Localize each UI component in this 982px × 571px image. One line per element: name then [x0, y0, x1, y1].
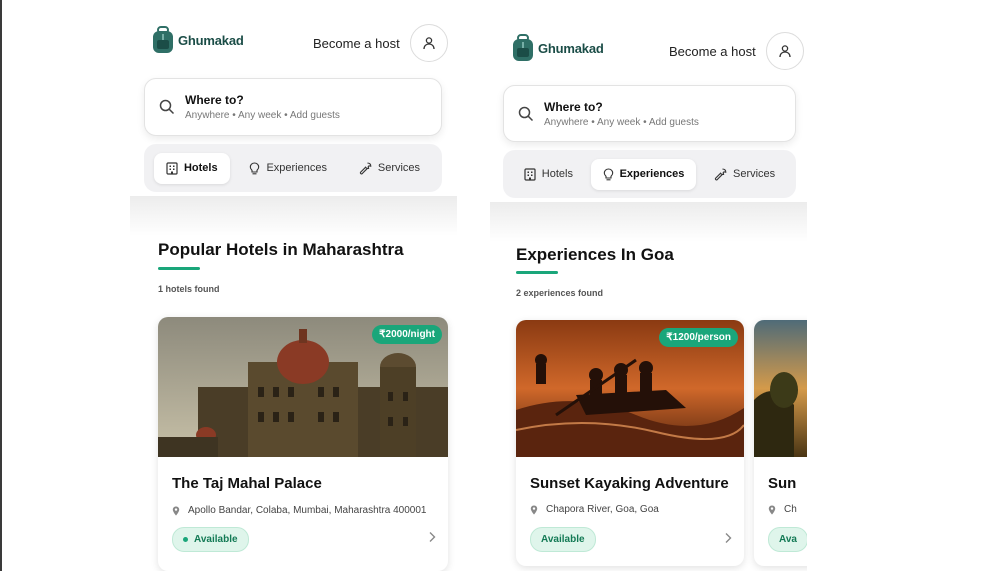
- experience-image: ₹1200/person: [516, 320, 744, 457]
- host-area: Become a host: [669, 32, 804, 70]
- search-subtitle: Anywhere • Any week • Add guests: [185, 110, 340, 121]
- backpack-icon: [513, 34, 533, 61]
- tab-services-label: Services: [377, 162, 421, 174]
- category-tabs: Hotels Experiences Services: [503, 150, 796, 198]
- availability-badge: Available: [172, 527, 249, 552]
- results-count: 1 hotels found: [158, 284, 220, 294]
- building-icon: [166, 161, 178, 175]
- category-tabs: Hotels Experiences Services: [144, 144, 442, 192]
- host-area: Become a host: [313, 24, 448, 62]
- map-pin-icon: [768, 505, 776, 514]
- tab-hotels[interactable]: Hotels: [153, 152, 230, 184]
- experience-image: [754, 320, 807, 457]
- lightbulb-icon: [250, 161, 260, 174]
- section-underline: [516, 271, 558, 274]
- hotel-location: Apollo Bandar, Colaba, Mumbai, Maharasht…: [172, 505, 426, 516]
- availability-badge: Available: [530, 527, 596, 552]
- profile-button[interactable]: [409, 24, 448, 62]
- hotel-card[interactable]: ₹2000/night The Taj Mahal Palace Apollo …: [158, 317, 448, 571]
- search-icon: [159, 99, 175, 115]
- become-host-link[interactable]: Become a host: [669, 44, 756, 59]
- availability-badge: Ava: [768, 527, 807, 552]
- tab-services[interactable]: Services: [702, 159, 787, 190]
- hotel-image: ₹2000/night: [158, 317, 448, 457]
- search-title: Where to?: [185, 93, 244, 107]
- app-header: Ghumakad Become a host: [490, 24, 807, 84]
- section-underline: [158, 267, 200, 270]
- tab-experiences-label: Experiences: [619, 168, 685, 180]
- experience-location-text: Chapora River, Goa, Goa: [546, 504, 659, 515]
- header-shadow: [490, 202, 807, 242]
- chevron-right-icon[interactable]: [428, 531, 436, 543]
- map-pin-icon: [530, 505, 538, 514]
- results-count: 2 experiences found: [516, 288, 604, 298]
- backpack-icon: [153, 26, 173, 53]
- hotel-location-text: Apollo Bandar, Colaba, Mumbai, Maharasht…: [188, 505, 427, 516]
- price-badge: ₹1200/person: [659, 328, 738, 347]
- brand-logo[interactable]: Ghumakad: [150, 26, 244, 54]
- experience-title: Sun: [768, 475, 797, 492]
- section-title: Popular Hotels in Maharashtra: [158, 240, 404, 259]
- hotels-screen: Ghumakad Become a host Where to? Anywher…: [130, 0, 457, 571]
- availability-text: Available: [194, 534, 238, 545]
- section-title: Experiences In Goa: [516, 245, 674, 264]
- brand-name: Ghumakad: [178, 32, 244, 48]
- lightbulb-icon: [603, 167, 613, 180]
- search-bar[interactable]: Where to? Anywhere • Any week • Add gues…: [144, 78, 442, 136]
- window-edge: [0, 0, 2, 571]
- tab-hotels-label: Hotels: [541, 168, 573, 180]
- app-header: Ghumakad Become a host: [130, 16, 457, 76]
- experience-location: Chapora River, Goa, Goa: [530, 504, 659, 515]
- tab-services[interactable]: Services: [347, 153, 432, 184]
- status-dot: [183, 537, 188, 542]
- become-host-link[interactable]: Become a host: [313, 36, 400, 51]
- experience-title: Sunset Kayaking Adventure: [530, 475, 729, 492]
- brand-name: Ghumakad: [538, 40, 604, 56]
- search-subtitle: Anywhere • Any week • Add guests: [544, 116, 699, 128]
- search-icon: [518, 106, 534, 121]
- tab-experiences[interactable]: Experiences: [237, 153, 339, 184]
- experience-location: Ch: [768, 504, 797, 515]
- experience-location-text: Ch: [784, 504, 797, 515]
- wrench-icon: [714, 168, 727, 180]
- experience-card[interactable]: ₹1200/person Sunset Kayaking Adventure C…: [516, 320, 744, 566]
- chevron-right-icon[interactable]: [724, 532, 732, 544]
- hotel-title: The Taj Mahal Palace: [172, 475, 322, 492]
- user-icon: [423, 37, 435, 50]
- header-shadow: [130, 196, 457, 236]
- experience-card-partial[interactable]: Sun Ch Ava: [754, 320, 807, 566]
- tab-experiences-label: Experiences: [266, 162, 327, 174]
- search-bar[interactable]: Where to? Anywhere • Any week • Add gues…: [503, 85, 796, 142]
- price-badge: ₹2000/night: [372, 325, 442, 344]
- map-pin-icon: [172, 506, 180, 515]
- user-icon: [779, 45, 791, 58]
- building-icon: [524, 167, 536, 181]
- tab-experiences[interactable]: Experiences: [590, 158, 697, 190]
- tab-hotels-label: Hotels: [183, 162, 218, 174]
- availability-text: Available: [541, 534, 585, 545]
- availability-text: Ava: [779, 534, 797, 545]
- profile-button[interactable]: [765, 32, 804, 70]
- sunset-photo: [754, 320, 807, 457]
- search-title: Where to?: [544, 99, 603, 114]
- experiences-screen: Ghumakad Become a host Where to? Anywher…: [490, 0, 807, 571]
- wrench-icon: [359, 162, 372, 174]
- tab-hotels[interactable]: Hotels: [512, 159, 585, 190]
- tab-services-label: Services: [733, 168, 776, 180]
- brand-logo[interactable]: Ghumakad: [510, 34, 604, 62]
